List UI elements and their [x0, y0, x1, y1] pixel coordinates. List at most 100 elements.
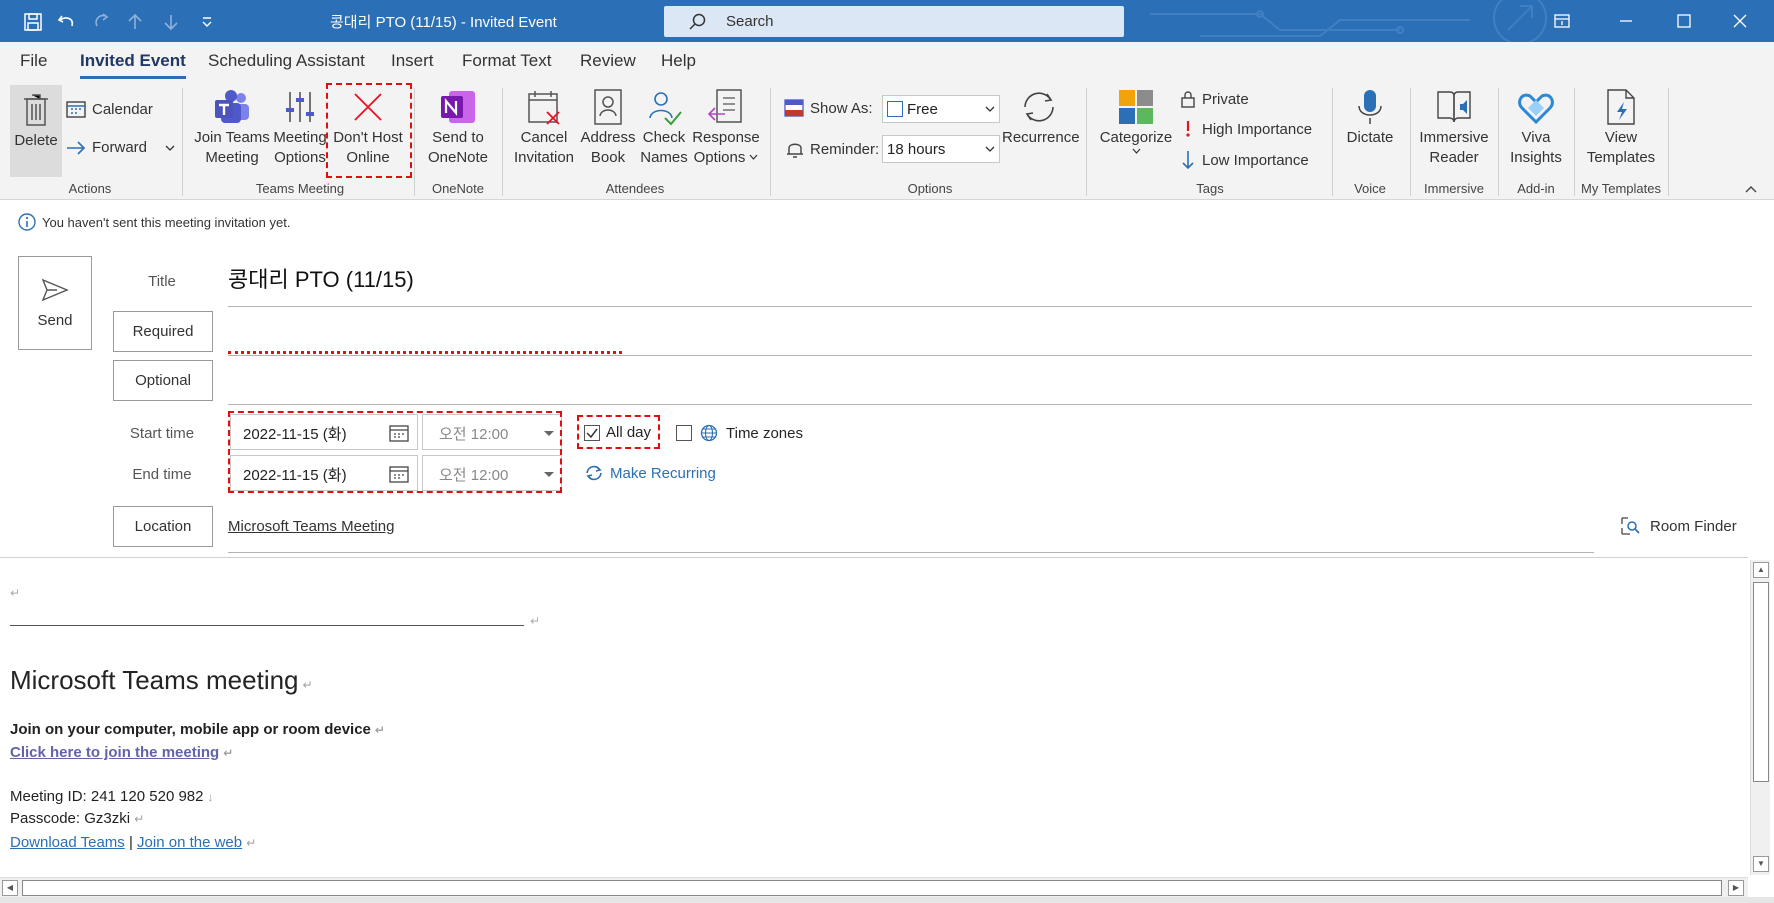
optional-input[interactable] — [228, 368, 1752, 402]
title-underline — [228, 306, 1752, 307]
globe-icon — [700, 424, 718, 442]
location-input[interactable]: Microsoft Teams Meeting — [228, 518, 394, 535]
title-input[interactable]: 콩대리 PTO (11/15) — [228, 262, 414, 294]
required-button[interactable]: Required — [113, 311, 213, 352]
viva-insights-button[interactable]: Viva Insights — [1502, 88, 1570, 168]
close-icon[interactable] — [1718, 6, 1762, 36]
group-separator — [1410, 88, 1411, 196]
join-text-line: Join on your computer, mobile app or roo… — [10, 721, 385, 738]
meeting-options-button[interactable]: Meeting Options — [270, 88, 330, 168]
menu-help[interactable]: Help — [661, 51, 696, 71]
recurrence-button[interactable]: Recurrence — [1002, 88, 1080, 148]
vertical-scrollbar[interactable]: ▲ ▼ — [1750, 560, 1770, 875]
exclamation-icon — [1186, 121, 1190, 137]
high-importance-label: High Importance — [1202, 120, 1313, 138]
scroll-down-icon[interactable]: ▼ — [1753, 856, 1769, 872]
arrow-up-icon[interactable] — [122, 10, 148, 34]
templates-icon — [1607, 89, 1635, 125]
join-teams-meeting-button[interactable]: Join Teams Meeting — [192, 88, 272, 168]
join-meeting-link[interactable]: Click here to join the meeting — [10, 744, 219, 761]
download-teams-link[interactable]: Download Teams — [10, 834, 125, 851]
title-label: Title — [148, 273, 176, 290]
dictate-button[interactable]: Dictate — [1336, 88, 1404, 148]
calendar-button[interactable]: Calendar — [66, 100, 153, 118]
scrollbar-thumb[interactable] — [1753, 582, 1769, 782]
scroll-right-icon[interactable]: ▶ — [1728, 880, 1744, 896]
onenote-icon — [441, 91, 475, 123]
menu-review[interactable]: Review — [580, 51, 636, 71]
address-book-label-1: Address — [580, 129, 636, 146]
group-separator — [502, 88, 503, 196]
low-importance-button[interactable]: Low Importance — [1180, 150, 1309, 170]
undo-icon[interactable] — [54, 10, 80, 34]
arrow-down-icon — [1182, 151, 1194, 170]
chevron-down-icon — [985, 146, 995, 152]
private-button[interactable]: Private — [1180, 90, 1249, 108]
arrow-down-icon[interactable] — [158, 10, 184, 34]
search-box[interactable]: Search — [664, 6, 1124, 37]
categorize-button[interactable]: Categorize — [1096, 88, 1176, 156]
delete-button[interactable]: Delete — [10, 85, 62, 177]
circuit-pattern-icon — [1150, 0, 1547, 42]
address-book-icon — [594, 89, 622, 125]
location-button[interactable]: Location — [113, 506, 213, 547]
info-message: You haven't sent this meeting invitation… — [42, 215, 291, 230]
message-body[interactable]: ↵ ↵ Microsoft Teams meeting ↵ Join on you… — [0, 557, 1748, 877]
join-teams-label-2: Meeting — [205, 149, 259, 166]
address-book-button[interactable]: Address Book — [578, 88, 638, 168]
time-zones-toggle[interactable]: Time zones — [676, 424, 803, 442]
group-label-immersive: Immersive — [1424, 181, 1484, 196]
start-time-label: Start time — [129, 425, 195, 442]
save-icon[interactable] — [20, 10, 46, 34]
cancel-invitation-button[interactable]: Cancel Invitation — [508, 88, 580, 168]
join-on-web-link[interactable]: Join on the web — [137, 834, 242, 851]
optional-button[interactable]: Optional — [113, 360, 213, 401]
scroll-up-icon[interactable]: ▲ — [1753, 562, 1769, 578]
check-names-label-1: Check — [642, 129, 686, 146]
reminder-dropdown[interactable]: 18 hours — [882, 135, 1000, 163]
group-label-teams: Teams Meeting — [255, 181, 345, 196]
scroll-left-icon[interactable]: ◀ — [2, 880, 18, 896]
room-finder-label: Room Finder — [1650, 517, 1737, 535]
group-separator — [1086, 88, 1087, 196]
room-finder-button[interactable]: Room Finder — [1620, 516, 1737, 536]
response-options-button[interactable]: Response Options — [690, 88, 762, 168]
private-label: Private — [1202, 90, 1249, 108]
immersive-reader-button[interactable]: Immersive Reader — [1414, 88, 1494, 168]
menu-insert[interactable]: Insert — [391, 51, 434, 71]
minimize-icon[interactable] — [1604, 6, 1648, 36]
send-button[interactable]: Send — [18, 256, 92, 350]
recurrence-label: Recurrence — [1002, 129, 1080, 146]
ribbon-display-icon[interactable] — [1540, 6, 1584, 36]
sliders-icon — [286, 92, 314, 122]
immersive-label-1: Immersive — [1419, 129, 1489, 146]
view-templates-label-2: Templates — [1586, 149, 1656, 166]
customize-quick-access-icon[interactable] — [194, 10, 220, 34]
high-importance-button[interactable]: High Importance — [1180, 120, 1312, 138]
menu-invited-event[interactable]: Invited Event — [80, 51, 186, 79]
maximize-icon[interactable] — [1662, 6, 1706, 36]
menu-format-text[interactable]: Format Text — [462, 51, 551, 71]
chevron-down-icon — [749, 154, 758, 160]
view-templates-button[interactable]: View Templates — [1578, 88, 1664, 168]
group-separator — [1574, 88, 1575, 196]
horizontal-scrollbar[interactable]: ◀ ▶ — [0, 877, 1748, 897]
make-recurring-button[interactable]: Make Recurring — [584, 464, 716, 482]
group-separator — [1498, 88, 1499, 196]
address-book-label-2: Book — [590, 149, 626, 166]
collapse-ribbon-icon[interactable] — [1744, 184, 1758, 194]
check-names-button[interactable]: Check Names — [636, 88, 692, 168]
menu-scheduling-assistant[interactable]: Scheduling Assistant — [208, 51, 365, 71]
response-label-1: Response — [692, 129, 760, 146]
forward-button[interactable]: Forward — [66, 139, 175, 156]
forward-label: Forward — [92, 139, 148, 156]
show-as-dropdown[interactable]: Free — [882, 95, 1000, 123]
scrollbar-thumb[interactable] — [22, 880, 1722, 896]
send-to-onenote-button[interactable]: Send to OneNote — [420, 88, 496, 168]
group-label-templates: My Templates — [1581, 181, 1661, 196]
room-finder-icon — [1621, 517, 1640, 535]
meeting-id: Meeting ID: 241 120 520 982 — [10, 788, 204, 805]
menu-file[interactable]: File — [20, 51, 47, 71]
required-input[interactable] — [228, 320, 1752, 354]
redo-icon[interactable] — [88, 10, 114, 34]
